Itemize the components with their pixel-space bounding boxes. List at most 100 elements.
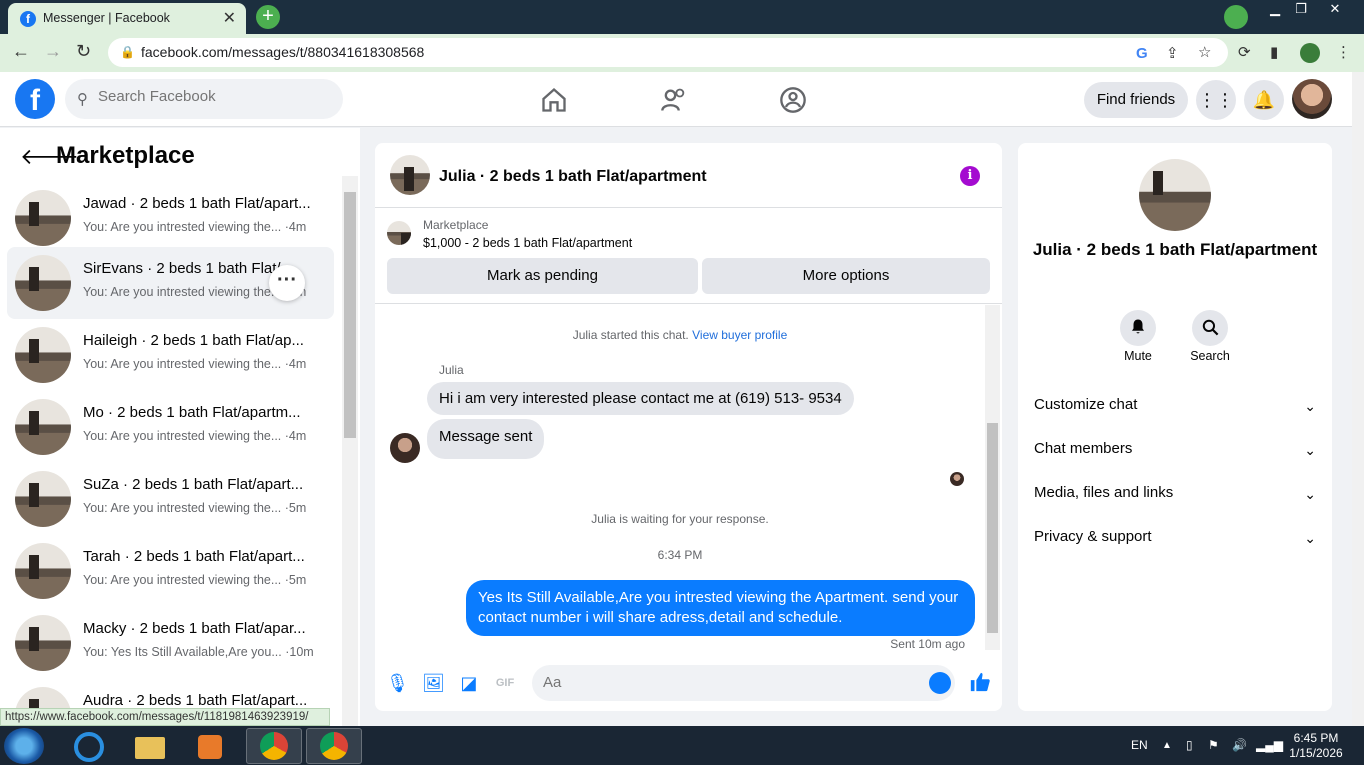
mark-pending-button[interactable]: Mark as pending xyxy=(387,258,698,294)
read-receipt-avatar xyxy=(950,472,964,486)
home-icon[interactable] xyxy=(540,86,568,114)
microphone-icon[interactable]: 🎙 xyxy=(386,672,409,694)
marketplace-conversation-list: 🡐 Marketplace Jawad · 2 beds 1 bath Flat… xyxy=(0,128,360,726)
message-scrollbar[interactable] xyxy=(985,305,1000,650)
chrome-taskbar-icon[interactable] xyxy=(246,728,302,764)
chat-header: Julia · 2 beds 1 bath Flat/apartment i xyxy=(375,143,1002,208)
flag-icon[interactable]: ⚑ xyxy=(1208,738,1219,752)
conversation-item-active[interactable]: SirEvans · 2 beds 1 bath Flat/... You: A… xyxy=(7,247,334,319)
search-input[interactable] xyxy=(98,88,328,105)
chrome-taskbar-icon[interactable] xyxy=(306,728,362,764)
friends-icon[interactable] xyxy=(660,86,688,114)
listing-thumbnail xyxy=(387,221,411,245)
tab-close-icon[interactable]: ✕ xyxy=(223,8,236,28)
battery-icon[interactable]: ▯ xyxy=(1186,738,1193,752)
link-status-bar: https://www.facebook.com/messages/t/1181… xyxy=(0,708,330,726)
chevron-down-icon: ⌄ xyxy=(1304,398,1316,414)
conversation-item[interactable]: Jawad · 2 beds 1 bath Flat/apart... You:… xyxy=(7,182,334,254)
conversation-item[interactable]: Tarah · 2 beds 1 bath Flat/apart... You:… xyxy=(7,535,334,607)
bookmark-star-icon[interactable]: ☆ xyxy=(1198,43,1211,61)
search-box[interactable]: ⚲ xyxy=(65,79,343,119)
tab-search-button[interactable] xyxy=(1224,5,1248,29)
incoming-message[interactable]: Message sent xyxy=(427,419,545,459)
more-options-icon[interactable]: ··· xyxy=(269,265,305,301)
facebook-logo-icon[interactable]: f xyxy=(15,79,55,119)
message-input[interactable] xyxy=(543,674,913,691)
internet-explorer-icon[interactable] xyxy=(62,728,118,764)
incoming-message[interactable]: Hi i am very interested please contact m… xyxy=(427,382,854,415)
reload-icon[interactable]: ↻ xyxy=(76,41,91,62)
chevron-down-icon: ⌄ xyxy=(1304,486,1316,502)
gif-icon[interactable]: GIF xyxy=(494,672,516,694)
search-in-chat-button[interactable] xyxy=(1192,310,1228,346)
photo-icon[interactable]: 🖼 xyxy=(422,672,445,694)
listing-thumbnail xyxy=(15,255,71,311)
message-composer: 🎙 🖼 ◪ GIF xyxy=(375,655,1002,711)
side-panel-icon[interactable]: ▮ xyxy=(1270,43,1278,61)
media-player-icon[interactable] xyxy=(182,728,238,764)
message-box[interactable] xyxy=(532,665,955,701)
page-scrollbar[interactable] xyxy=(1352,72,1364,726)
share-icon[interactable]: ⇪ xyxy=(1166,44,1179,62)
emoji-icon[interactable] xyxy=(929,672,951,694)
profile-icon[interactable] xyxy=(1300,43,1320,63)
bell-icon xyxy=(1132,319,1144,334)
chat-avatar[interactable] xyxy=(390,155,430,195)
conversation-preview: You: Are you intrested viewing the... ·4… xyxy=(83,220,307,234)
customize-chat-section[interactable]: Customize chat ⌄ xyxy=(1034,396,1316,420)
listing-price[interactable]: $1,000 - 2 beds 1 bath Flat/apartment xyxy=(423,236,632,250)
conversation-item[interactable]: Macky · 2 beds 1 bath Flat/apar... You: … xyxy=(7,607,334,679)
conversation-item[interactable]: Mo · 2 beds 1 bath Flat/apartm... You: A… xyxy=(7,391,334,463)
account-avatar[interactable] xyxy=(1292,79,1332,119)
conversation-list-scrollbar[interactable] xyxy=(342,176,358,726)
media-files-links-section[interactable]: Media, files and links ⌄ xyxy=(1034,484,1316,508)
tray-expand-icon[interactable]: ▲ xyxy=(1162,740,1172,751)
sticker-icon[interactable]: ◪ xyxy=(458,672,480,694)
facebook-favicon-icon: f xyxy=(20,11,36,27)
listing-label: Marketplace xyxy=(423,218,489,232)
language-indicator[interactable]: EN xyxy=(1131,738,1148,752)
search-label: Search xyxy=(1190,349,1230,363)
chat-title[interactable]: Julia · 2 beds 1 bath Flat/apartment xyxy=(439,168,707,186)
contact-avatar[interactable] xyxy=(1139,159,1211,231)
message-thread: Julia started this chat. View buyer prof… xyxy=(375,305,1002,651)
conversation-name: SuZa · 2 beds 1 bath Flat/apart... xyxy=(83,476,304,493)
find-friends-button[interactable]: Find friends xyxy=(1084,82,1188,118)
sent-status: Sent 10m ago xyxy=(890,637,965,651)
volume-icon[interactable]: 🔊 xyxy=(1232,738,1247,752)
menu-grid-icon[interactable]: ⋮⋮ xyxy=(1196,80,1236,120)
google-icon[interactable]: G xyxy=(1136,45,1148,62)
mute-button[interactable] xyxy=(1120,310,1156,346)
privacy-support-section[interactable]: Privacy & support ⌄ xyxy=(1034,528,1316,552)
window-close-button[interactable]: ✕ xyxy=(1318,0,1352,20)
file-explorer-icon[interactable] xyxy=(122,728,178,764)
notifications-bell-icon[interactable]: 🔔 xyxy=(1244,80,1284,120)
groups-icon[interactable] xyxy=(779,86,807,114)
url-text: facebook.com/messages/t/880341618308568 xyxy=(141,44,425,60)
conversation-item[interactable]: Haileigh · 2 beds 1 bath Flat/ap... You:… xyxy=(7,319,334,391)
address-bar[interactable]: 🔒 facebook.com/messages/t/88034161830856… xyxy=(108,38,1228,67)
view-buyer-profile-link[interactable]: View buyer profile xyxy=(692,328,787,342)
chat-members-section[interactable]: Chat members ⌄ xyxy=(1034,440,1316,464)
browser-tab[interactable]: f Messenger | Facebook ✕ xyxy=(8,3,246,34)
extension-icon[interactable]: ⟳ xyxy=(1238,43,1251,61)
forward-arrow-icon[interactable]: → xyxy=(44,41,62,62)
listing-thumbnail xyxy=(15,190,71,246)
thumbs-up-icon[interactable] xyxy=(969,671,991,693)
system-clock[interactable]: 6:45 PM 1/15/2026 xyxy=(1284,731,1348,761)
listing-banner: Marketplace $1,000 - 2 beds 1 bath Flat/… xyxy=(375,209,1002,304)
restore-button[interactable]: ❐ xyxy=(1284,0,1318,20)
new-tab-button[interactable]: + xyxy=(256,5,280,29)
back-arrow-icon[interactable]: ← xyxy=(12,41,30,62)
menu-kebab-icon[interactable]: ⋮ xyxy=(1336,43,1351,61)
more-options-button[interactable]: More options xyxy=(702,258,990,294)
info-icon[interactable]: i xyxy=(960,166,980,186)
mute-label: Mute xyxy=(1124,349,1152,363)
chat-details-panel: Julia · 2 beds 1 bath Flat/apartment Mut… xyxy=(1018,143,1332,711)
outgoing-message[interactable]: Yes Its Still Available,Are you intreste… xyxy=(466,580,975,636)
conversation-name: Jawad · 2 beds 1 bath Flat/apart... xyxy=(83,195,311,212)
conversation-preview: You: Yes Its Still Available,Are you... … xyxy=(83,645,314,659)
network-icon[interactable]: ▂▄▆ xyxy=(1256,738,1283,752)
conversation-item[interactable]: SuZa · 2 beds 1 bath Flat/apart... You: … xyxy=(7,463,334,535)
start-button[interactable] xyxy=(4,728,44,764)
